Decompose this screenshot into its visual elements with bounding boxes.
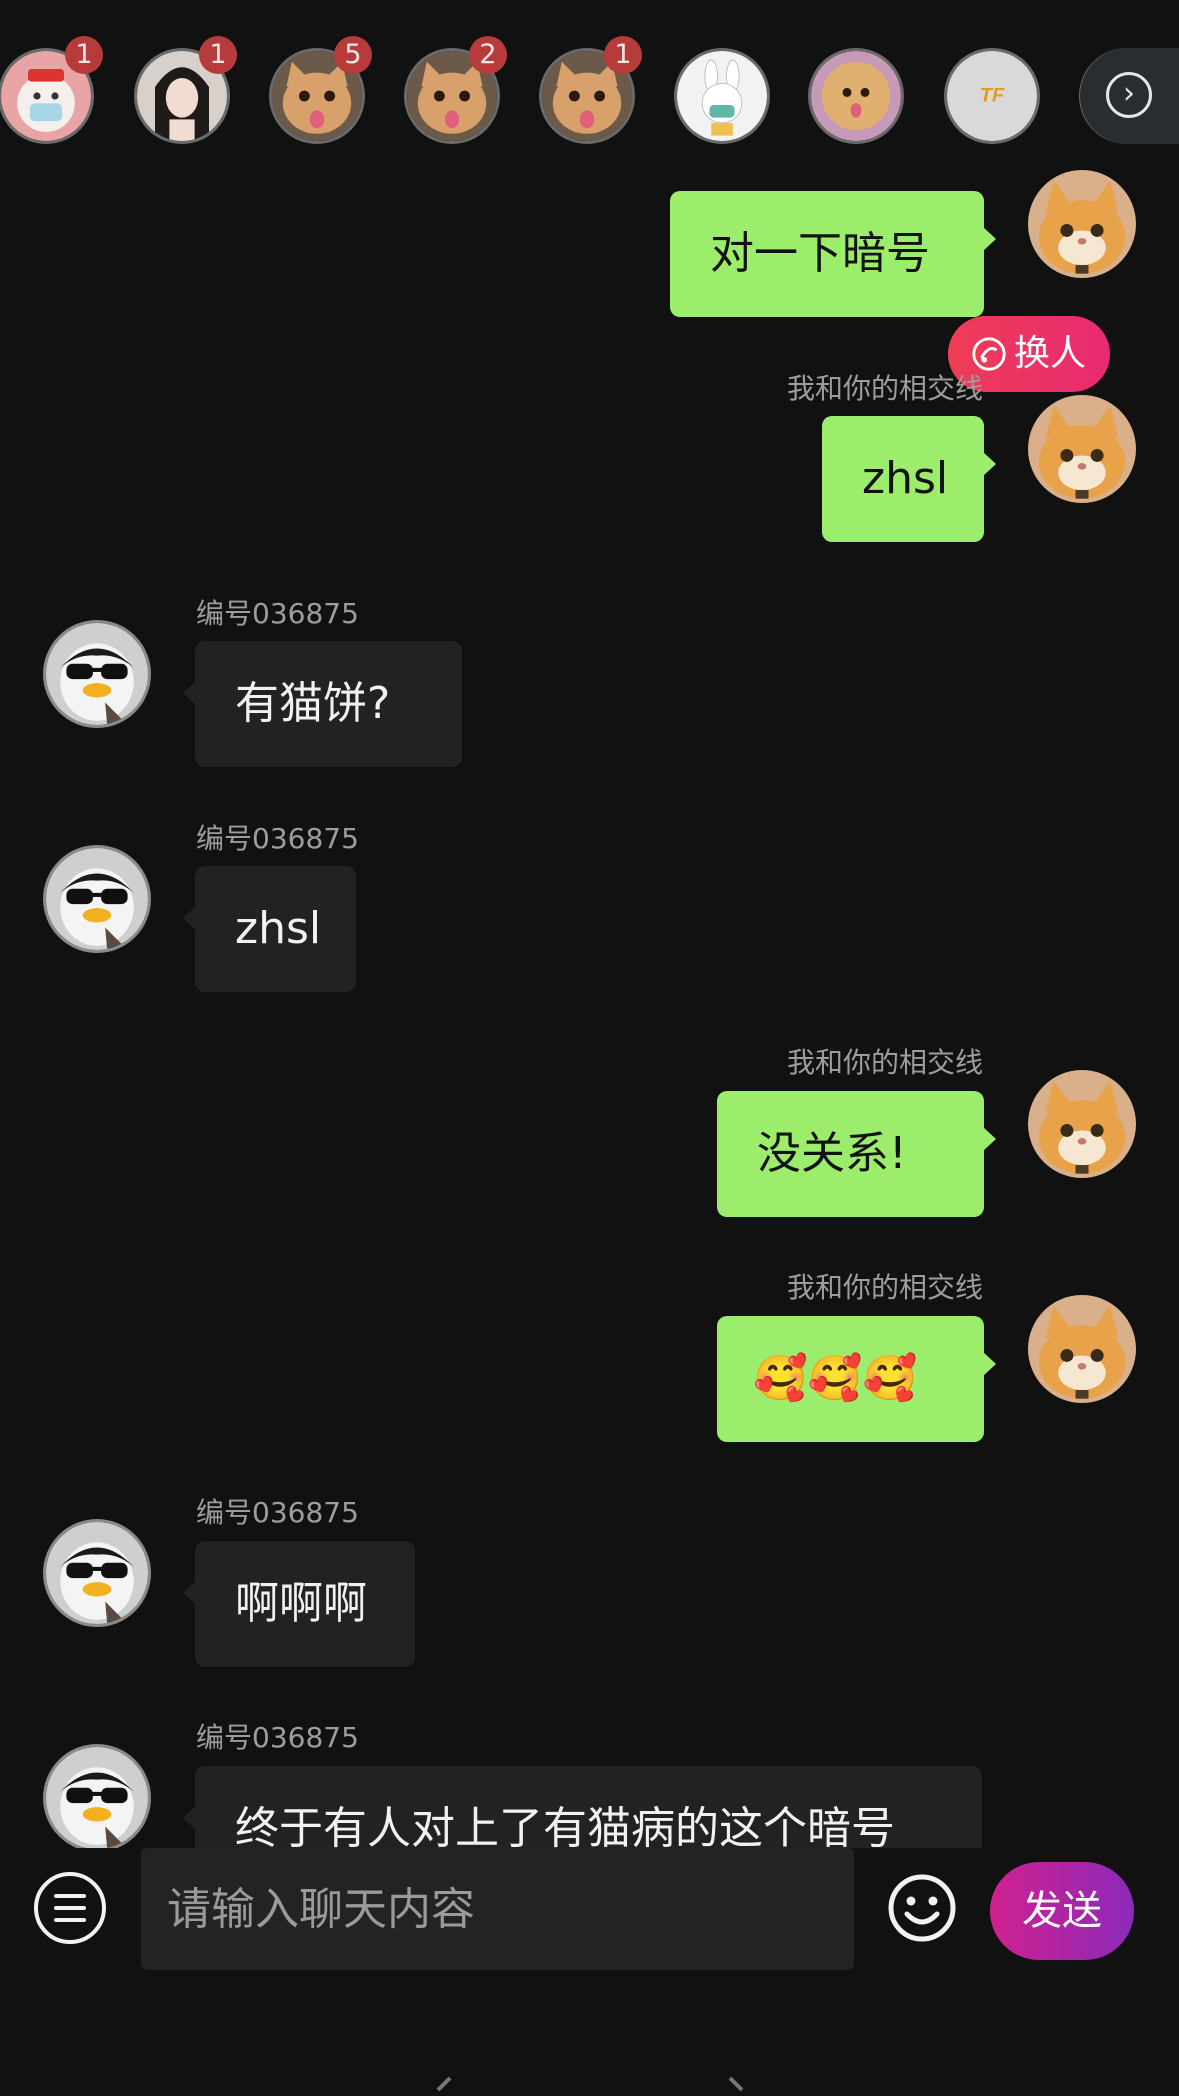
peer-avatar[interactable] [43, 620, 151, 728]
message-bubble-mine[interactable]: 🥰🥰🥰 [717, 1316, 996, 1442]
my-avatar[interactable] [1028, 395, 1136, 503]
sender-name: 我和你的相交线 [786, 1046, 983, 1079]
sender-name: 编号036875 [196, 822, 359, 855]
peer-avatar[interactable] [43, 1744, 151, 1852]
chat-input-bar: 发送 [0, 1848, 1179, 2096]
svg-text:TF: TF [980, 84, 1005, 106]
unread-badge: 1 [65, 36, 103, 74]
message-bubble-mine[interactable]: 对一下暗号 [670, 191, 996, 317]
swap-label: 换人 [1014, 333, 1087, 374]
chevron-right-icon: › [1106, 72, 1152, 118]
message-bubble-peer[interactable]: 啊啊啊 [183, 1541, 415, 1667]
unread-badge: 1 [199, 36, 237, 74]
message-bubble-peer[interactable]: zhsl [183, 866, 356, 992]
conversation-avatar-tf-family[interactable]: TF [944, 48, 1040, 144]
message-bubble-peer[interactable]: 有猫饼? [183, 641, 462, 767]
conversation-strip: 1 1 5 2 1 TF › [0, 0, 1179, 175]
my-avatar[interactable] [1028, 1295, 1136, 1403]
chevron-left-icon[interactable] [428, 2074, 458, 2096]
more-conversations-button[interactable]: › [1080, 48, 1179, 144]
message-bubble-mine[interactable]: 没关系! [717, 1091, 996, 1217]
sender-name: 我和你的相交线 [786, 1271, 983, 1304]
my-avatar[interactable] [1028, 1070, 1136, 1178]
peer-avatar[interactable] [43, 1519, 151, 1627]
send-button[interactable]: 发送 [990, 1862, 1134, 1960]
peer-avatar[interactable] [43, 845, 151, 953]
message-bubble-mine[interactable]: zhsl [822, 416, 996, 542]
sender-name: 我和你的相交线 [786, 372, 983, 405]
sender-name: 编号036875 [196, 1721, 359, 1754]
conversation-avatar-cat-flowers[interactable] [808, 48, 904, 144]
unread-badge: 5 [334, 36, 372, 74]
menu-icon[interactable] [34, 1872, 106, 1944]
unread-badge: 2 [469, 36, 507, 74]
chevron-right-icon[interactable] [722, 2074, 752, 2096]
smiley-icon[interactable] [886, 1872, 958, 1944]
my-avatar[interactable] [1028, 170, 1136, 278]
chat-input[interactable] [141, 1848, 854, 1970]
sender-name: 编号036875 [196, 597, 359, 630]
sender-name: 编号036875 [196, 1496, 359, 1529]
conversation-avatar-bunny[interactable] [674, 48, 770, 144]
unread-badge: 1 [604, 36, 642, 74]
